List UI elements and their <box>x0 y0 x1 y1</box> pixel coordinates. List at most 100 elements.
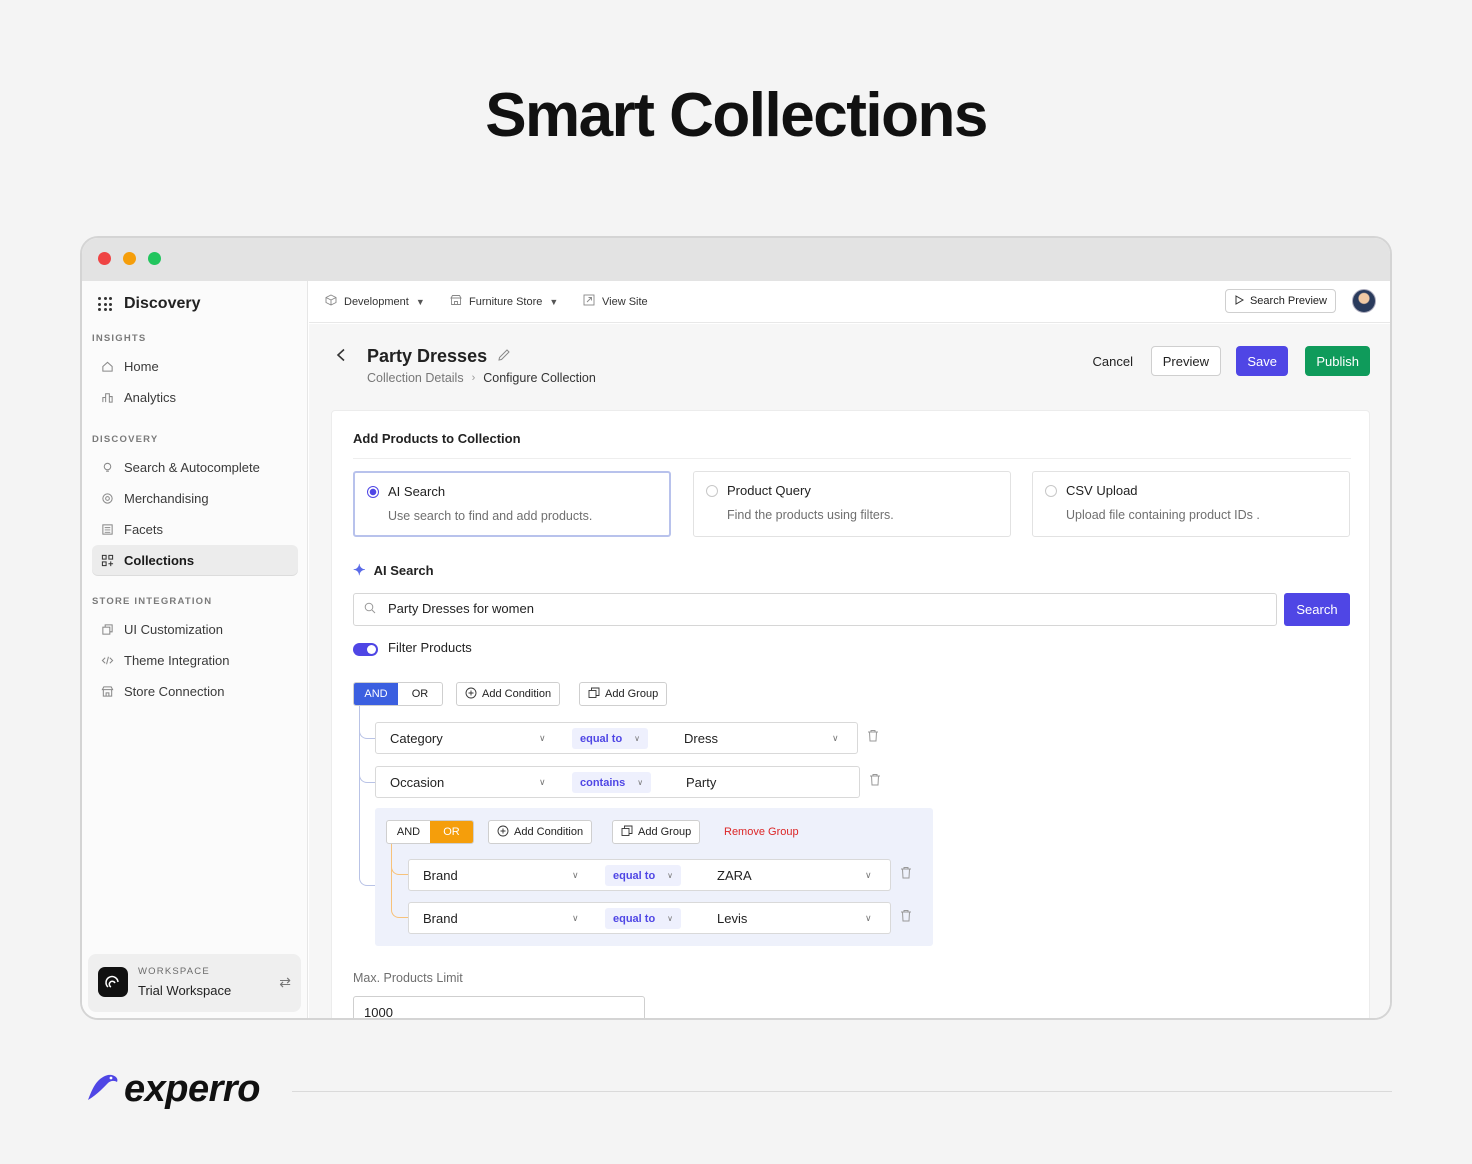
store-dropdown[interactable]: Furniture Store ▼ <box>450 294 558 309</box>
cancel-button[interactable]: Cancel <box>1082 346 1144 376</box>
trash-icon[interactable] <box>900 866 912 882</box>
add-group-button[interactable]: Add Group <box>579 682 668 706</box>
brand[interactable]: Discovery <box>98 295 201 313</box>
ai-search-label: AI Search <box>373 562 434 578</box>
home-icon <box>100 359 114 373</box>
operator-select[interactable]: equal to ∨ <box>605 865 682 886</box>
sidebar-item-collections[interactable]: Collections <box>92 545 298 575</box>
breadcrumb: Collection Details › Configure Collectio… <box>367 371 596 385</box>
condition-field[interactable]: Brand <box>423 868 458 883</box>
add-condition-label: Add Condition <box>482 688 552 700</box>
add-group-label: Add Group <box>605 688 659 700</box>
sidebar-item-theme-integration[interactable]: Theme Integration <box>92 645 298 675</box>
breadcrumb-parent[interactable]: Collection Details <box>367 371 464 385</box>
view-site-link[interactable]: View Site <box>583 294 648 309</box>
collection-title: Party Dresses <box>367 346 488 366</box>
sidebar-item-search[interactable]: Search & Autocomplete <box>92 452 298 482</box>
chevron-down-icon[interactable]: ∨ <box>865 870 872 881</box>
workspace-name: Trial Workspace <box>138 983 232 998</box>
condition-value[interactable]: Dress <box>684 731 718 746</box>
trash-icon[interactable] <box>869 773 881 789</box>
sidebar-item-facets[interactable]: Facets <box>92 514 298 544</box>
chevron-down-icon[interactable]: ∨ <box>865 913 872 924</box>
condition-field[interactable]: Brand <box>423 911 458 926</box>
sidebar-item-home[interactable]: Home <box>92 351 298 381</box>
chevron-down-icon[interactable]: ∨ <box>572 913 579 924</box>
divider <box>353 458 1351 459</box>
maximize-dot[interactable] <box>148 252 161 265</box>
trash-icon[interactable] <box>867 729 879 745</box>
section-discovery: DISCOVERY <box>92 434 159 445</box>
option-ai-search[interactable]: AI Search Use search to find and add pro… <box>353 471 671 537</box>
add-condition-button[interactable]: Add Condition <box>488 820 593 844</box>
save-button[interactable]: Save <box>1236 346 1288 376</box>
sidebar-item-label: Merchandising <box>124 490 209 506</box>
search-preview-label: Search Preview <box>1249 295 1327 307</box>
swap-icon[interactable]: ⇄ <box>279 974 291 991</box>
environment-dropdown[interactable]: Development ▼ <box>325 294 425 309</box>
condition-field[interactable]: Occasion <box>390 775 444 790</box>
search-button[interactable]: Search <box>1284 593 1350 626</box>
chevron-down-icon[interactable]: ∨ <box>572 870 579 881</box>
and-button[interactable]: AND <box>354 683 398 705</box>
workspace-switcher[interactable]: WORKSPACE Trial Workspace ⇄ <box>88 954 301 1012</box>
condition-value[interactable]: ZARA <box>717 868 752 883</box>
or-button[interactable]: OR <box>398 683 442 705</box>
search-preview-button[interactable]: Search Preview <box>1224 289 1336 313</box>
edit-pencil-icon[interactable] <box>497 348 511 365</box>
environment-label: Development <box>344 295 409 308</box>
or-button[interactable]: OR <box>430 821 473 843</box>
filter-toggle-label: Filter Products <box>388 640 472 655</box>
condition-field[interactable]: Category <box>390 731 443 746</box>
chevron-down-icon[interactable]: ∨ <box>832 733 839 744</box>
play-icon <box>1234 294 1244 308</box>
chevron-down-icon[interactable]: ∨ <box>539 733 546 744</box>
and-button[interactable]: AND <box>387 821 430 843</box>
radio-selected[interactable] <box>367 486 379 498</box>
radio-unselected[interactable] <box>706 485 718 497</box>
app-window: Discovery INSIGHTS Home Analytics DISCOV… <box>80 236 1392 1020</box>
condition-value[interactable]: Party <box>686 775 716 790</box>
facets-icon <box>100 522 114 536</box>
radio-unselected[interactable] <box>1045 485 1057 497</box>
sidebar-item-store-connection[interactable]: Store Connection <box>92 676 298 706</box>
operator-select[interactable]: contains ∨ <box>572 772 652 793</box>
back-arrow-icon[interactable] <box>335 346 347 367</box>
app-grid-icon <box>98 297 112 311</box>
add-condition-button[interactable]: Add Condition <box>456 682 561 706</box>
workspace-label: WORKSPACE <box>138 966 210 977</box>
plus-circle-icon <box>497 825 509 840</box>
condition-row: Occasion ∨ contains ∨ Party <box>375 766 860 798</box>
sidebar-item-label: Facets <box>124 521 164 537</box>
sidebar-item-merchandising[interactable]: Merchandising <box>92 483 298 513</box>
store-icon <box>450 294 462 309</box>
close-dot[interactable] <box>98 252 111 265</box>
sidebar-item-analytics[interactable]: Analytics <box>92 382 298 412</box>
remove-group-button[interactable]: Remove Group <box>724 826 799 838</box>
publish-button[interactable]: Publish <box>1305 346 1370 376</box>
footer-logo: experro <box>86 1068 260 1111</box>
trash-icon[interactable] <box>900 909 912 925</box>
external-link-icon <box>583 294 595 309</box>
condition-value[interactable]: Levis <box>717 911 747 926</box>
chevron-down-icon[interactable]: ∨ <box>539 777 546 788</box>
operator-select[interactable]: equal to ∨ <box>605 908 682 929</box>
sidebar-item-ui-customization[interactable]: UI Customization <box>92 614 298 644</box>
code-icon <box>100 653 114 667</box>
sidebar-item-label: Store Connection <box>124 683 225 699</box>
sidebar-item-label: Home <box>124 358 159 374</box>
card-title: Add Products to Collection <box>353 431 521 446</box>
operator-select[interactable]: equal to ∨ <box>572 728 649 749</box>
search-input[interactable] <box>388 601 1248 616</box>
option-csv-upload[interactable]: CSV Upload Upload file containing produc… <box>1032 471 1350 537</box>
copy-icon <box>100 622 114 636</box>
user-avatar[interactable] <box>1352 289 1376 313</box>
preview-button[interactable]: Preview <box>1150 346 1221 376</box>
add-products-card: Add Products to Collection AI Search Use… <box>331 410 1370 1018</box>
add-group-button[interactable]: Add Group <box>612 820 701 844</box>
search-field[interactable] <box>353 593 1277 626</box>
option-product-query[interactable]: Product Query Find the products using fi… <box>693 471 1011 537</box>
filter-toggle[interactable] <box>353 643 378 656</box>
minimize-dot[interactable] <box>123 252 136 265</box>
limit-input[interactable]: 1000 <box>353 996 645 1018</box>
